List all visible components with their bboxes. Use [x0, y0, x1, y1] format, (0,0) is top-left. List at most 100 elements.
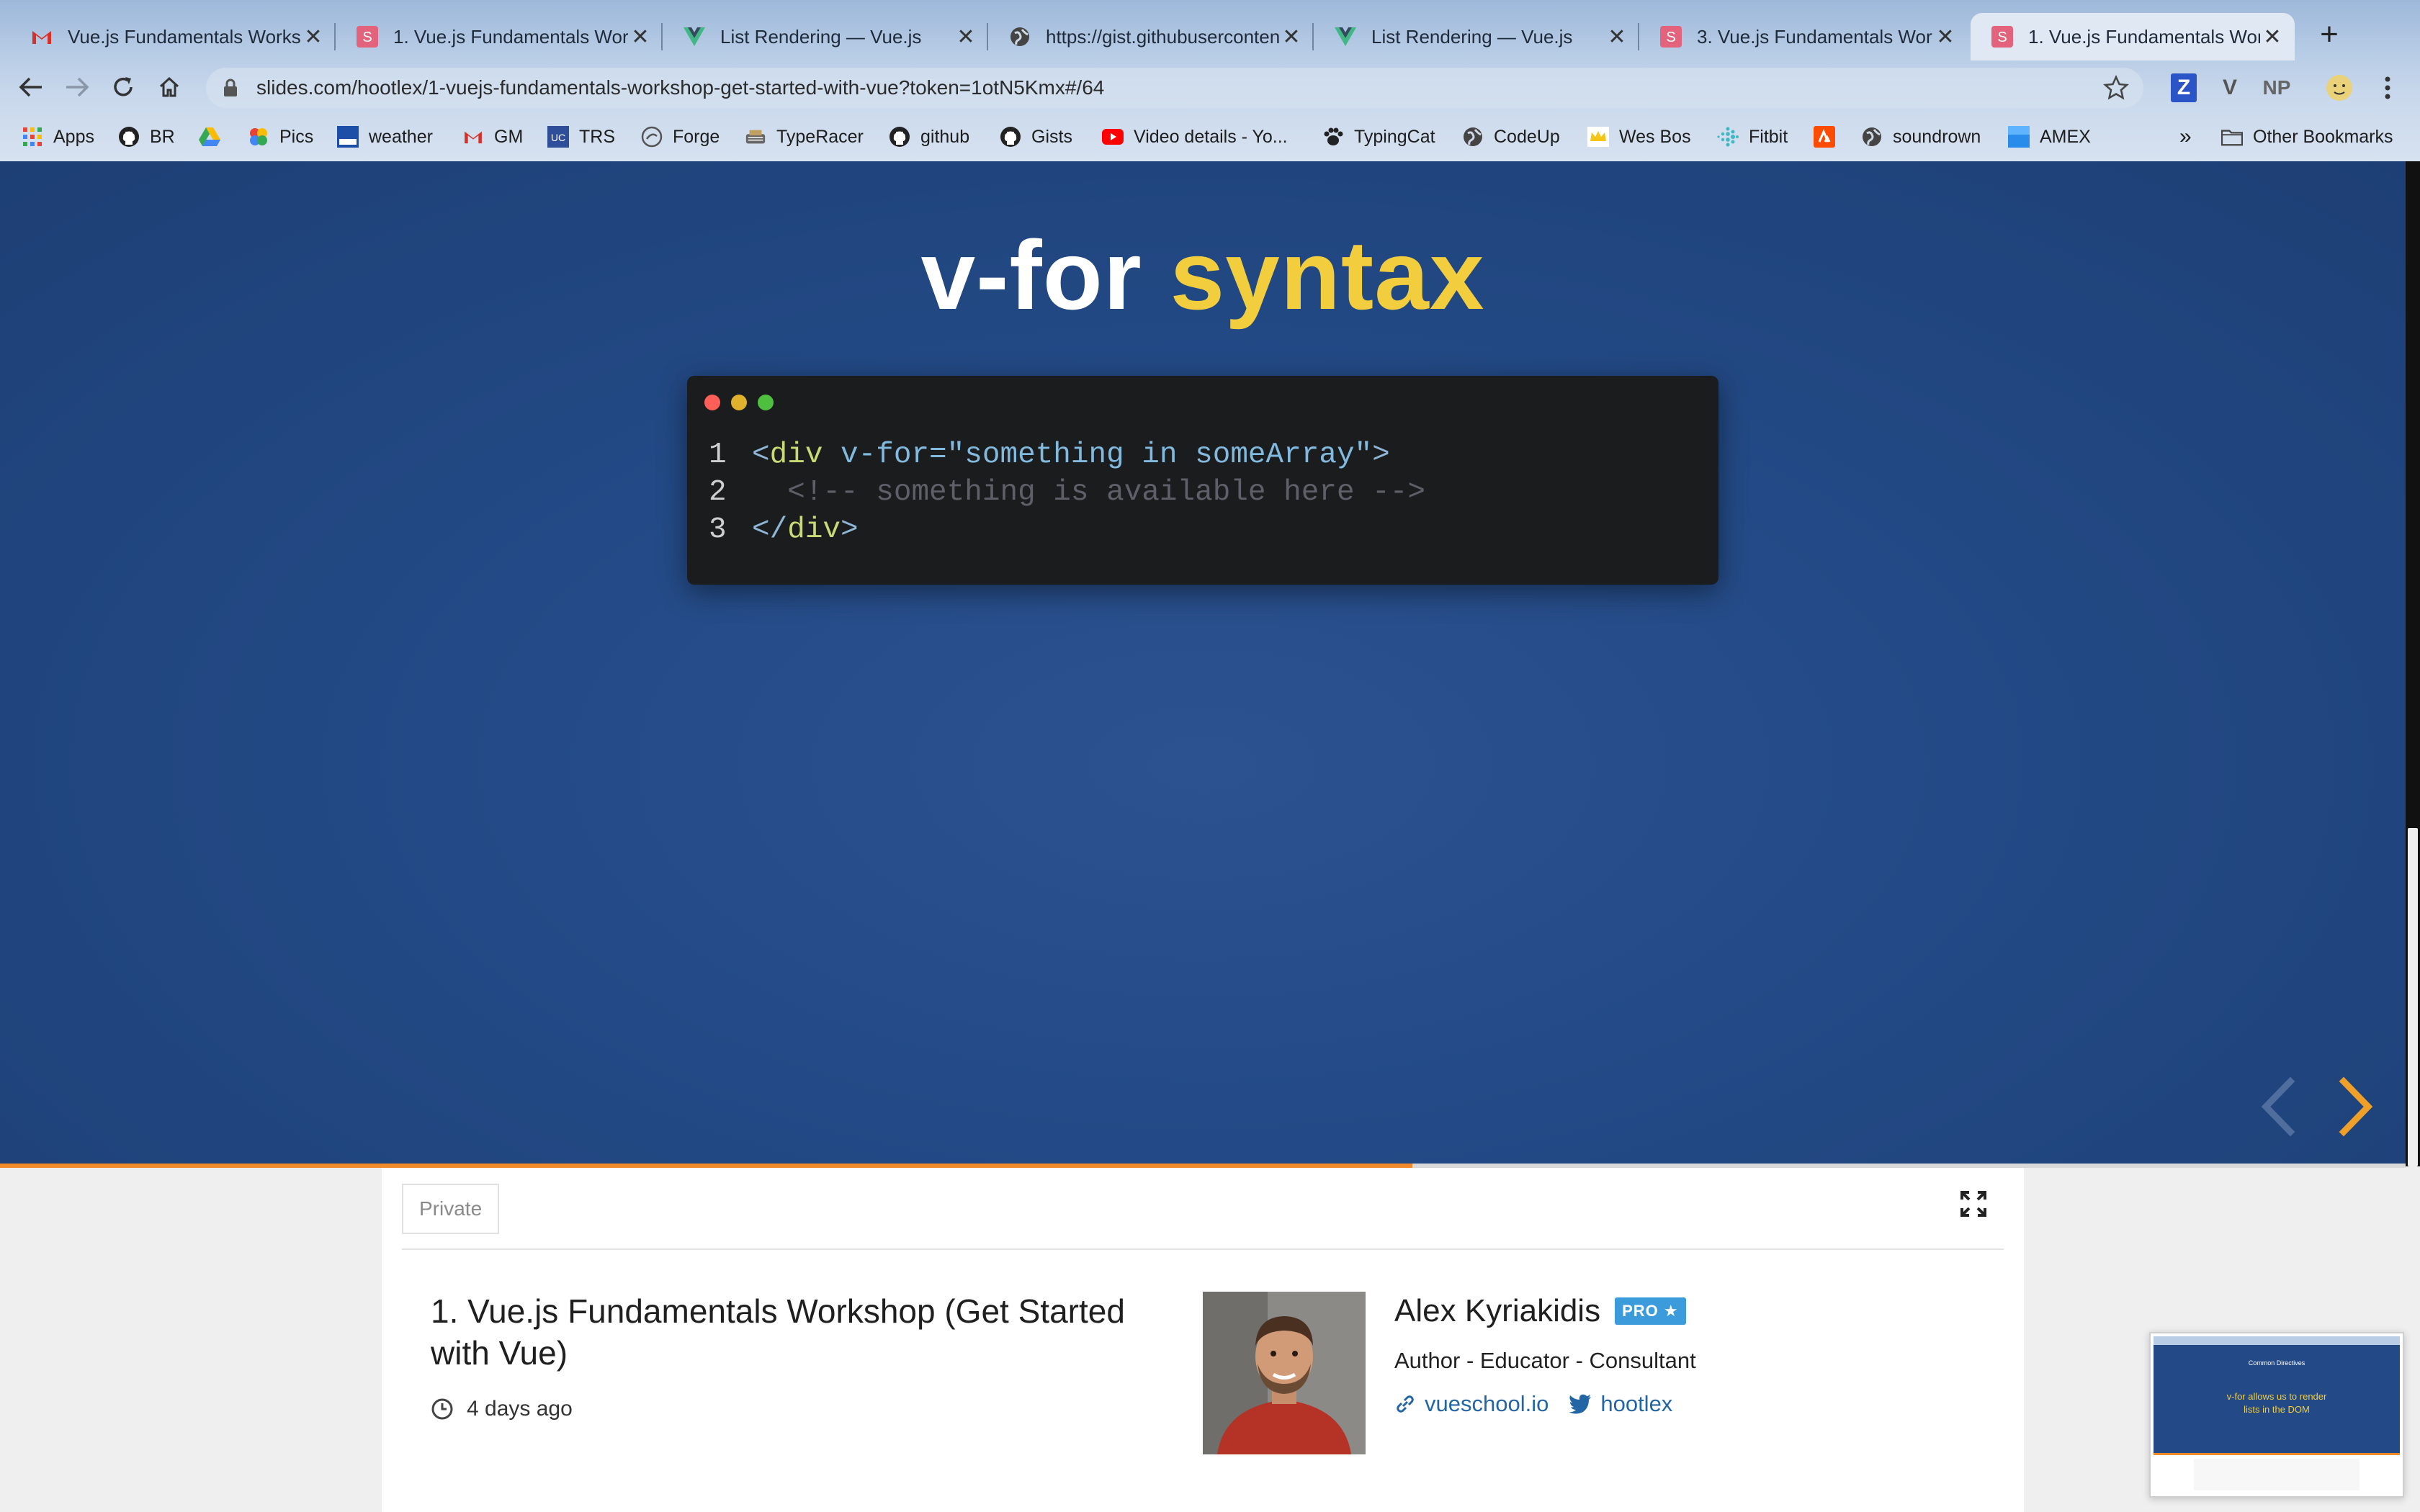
close-tab-icon[interactable]: ✕: [628, 24, 653, 50]
vue-icon: [683, 25, 706, 48]
browser-tab[interactable]: Vue.js Fundamentals Worksh ✕: [10, 13, 336, 60]
bookmark-gm[interactable]: GM: [462, 124, 523, 150]
bookmark-strava[interactable]: [1814, 124, 1845, 150]
browser-tab[interactable]: S 1. Vue.js Fundamentals Work ✕: [336, 13, 663, 60]
close-tab-icon[interactable]: ✕: [1933, 24, 1958, 50]
bookmark-soundrown[interactable]: soundrown: [1861, 124, 1981, 150]
browser-chrome: Vue.js Fundamentals Worksh ✕ S 1. Vue.js…: [0, 0, 2420, 161]
np-extension-icon[interactable]: NP: [2259, 73, 2295, 102]
new-tab-button[interactable]: +: [2312, 17, 2347, 52]
close-tab-icon[interactable]: ✕: [954, 24, 978, 50]
bookmark-br[interactable]: BR: [118, 124, 175, 150]
reload-button[interactable]: [105, 69, 141, 105]
close-tab-icon[interactable]: ✕: [301, 24, 326, 50]
tab-title: List Rendering — Vue.js: [720, 25, 922, 48]
other-bookmarks[interactable]: Other Bookmarks: [2221, 124, 2393, 150]
gmail-icon: [30, 25, 53, 48]
bookmark-codeup[interactable]: CodeUp: [1462, 124, 1560, 150]
close-tab-icon[interactable]: ✕: [1605, 24, 1629, 50]
bookmark-label: Pics: [279, 126, 314, 147]
bookmarks-bar: Apps BR Pics weather GM UC TRS Forge Typ…: [0, 112, 2420, 161]
code-lines: 1 <div v-for="something in someArray"> 2 <…: [709, 436, 1425, 549]
bookmark-github[interactable]: github: [889, 124, 969, 150]
crown-icon: [1587, 126, 1609, 148]
browser-tab[interactable]: S 3. Vue.js Fundamentals Work ✕: [1639, 13, 1968, 60]
website-label: vueschool.io: [1425, 1391, 1549, 1416]
clock-icon: [431, 1398, 453, 1420]
google-drive-icon: [199, 126, 220, 148]
code-token: v-for=: [823, 438, 947, 472]
browser-tab[interactable]: List Rendering — Vue.js ✕: [663, 13, 988, 60]
forward-button[interactable]: [59, 69, 95, 105]
bookmark-gists[interactable]: Gists: [1000, 124, 1072, 150]
pro-badge: PRO ★: [1615, 1297, 1686, 1325]
bookmark-typeracer[interactable]: TypeRacer: [745, 124, 864, 150]
zotero-extension-icon[interactable]: Z: [2171, 73, 2197, 102]
page-scrollbar-thumb[interactable]: [2408, 828, 2418, 1166]
bookmark-typingcat[interactable]: TypingCat: [1322, 124, 1435, 150]
svg-text:S: S: [362, 30, 372, 45]
fullscreen-icon[interactable]: [1959, 1189, 1988, 1218]
thumbnail-chrome: [2154, 1336, 2400, 1345]
bookmark-trs[interactable]: UC TRS: [547, 124, 615, 150]
bookmark-label: Fitbit: [1749, 126, 1788, 147]
bookmark-fitbit[interactable]: Fitbit: [1717, 124, 1788, 150]
bookmark-label: TypeRacer: [776, 126, 864, 147]
thumbnail-caption-top: Common Directives: [2248, 1359, 2305, 1367]
bookmark-label: github: [920, 126, 970, 147]
bookmark-amex[interactable]: AMEX: [2008, 124, 2091, 150]
next-slide-icon[interactable]: [2331, 1074, 2381, 1139]
bookmark-apps[interactable]: Apps: [22, 124, 94, 150]
code-token: div: [769, 438, 823, 472]
browser-tab[interactable]: List Rendering — Vue.js ✕: [1314, 13, 1639, 60]
back-button[interactable]: [13, 69, 49, 105]
bookmark-label: TRS: [579, 126, 615, 147]
code-block: 1 <div v-for="something in someArray"> 2 <…: [687, 376, 1718, 585]
slide-title: v-for syntax: [0, 219, 2406, 331]
paw-icon: [1322, 126, 1344, 148]
bookmark-label: Gists: [1031, 126, 1072, 147]
bookmark-pics[interactable]: Pics: [248, 124, 313, 150]
browser-menu-icon[interactable]: [2377, 73, 2398, 102]
website-link[interactable]: vueschool.io: [1394, 1391, 1549, 1417]
forge-icon: [641, 126, 663, 148]
picture-in-picture-thumbnail[interactable]: Common Directives v-for allows us to ren…: [2149, 1332, 2404, 1498]
bookmark-label: Video details - Yo...: [1134, 126, 1288, 147]
bookmark-video-details[interactable]: Video details - Yo...: [1102, 124, 1288, 150]
bookmark-label: BR: [150, 126, 175, 147]
browser-toolbar: slides.com/hootlex/1-vuejs-fundamentals-…: [0, 62, 2420, 112]
close-tab-icon[interactable]: ✕: [2260, 24, 2285, 50]
author-avatar[interactable]: [1203, 1292, 1366, 1454]
forward-arrow-icon: [66, 77, 89, 97]
vue-devtools-extension-icon[interactable]: V: [2215, 73, 2244, 102]
tab-title: 1. Vue.js Fundamentals Work: [393, 25, 628, 48]
address-bar[interactable]: slides.com/hootlex/1-vuejs-fundamentals-…: [206, 68, 2143, 108]
previous-slide-icon[interactable]: [2253, 1074, 2303, 1139]
slide-stage[interactable]: v-for syntax 1 <div v-for="something in s…: [0, 161, 2406, 1166]
twitter-link[interactable]: hootlex: [1569, 1391, 1672, 1417]
author-role: Author - Educator - Consultant: [1394, 1348, 1696, 1373]
gmail-icon: [462, 126, 484, 148]
code-token: "something in someArray": [946, 438, 1373, 472]
svg-text:S: S: [1997, 30, 2007, 45]
bookmark-wes-bos[interactable]: Wes Bos: [1587, 124, 1691, 150]
browser-tab[interactable]: https://gist.githubuserconten ✕: [988, 13, 1314, 60]
vue-icon: [1334, 25, 1357, 48]
amex-icon: [2008, 126, 2030, 148]
bookmark-forge[interactable]: Forge: [641, 124, 720, 150]
close-tab-icon[interactable]: ✕: [1279, 24, 1304, 50]
panel-divider: [402, 1248, 2004, 1250]
github-icon: [118, 126, 140, 148]
browser-tab-active[interactable]: S 1. Vue.js Fundamentals Work ✕: [1971, 13, 2295, 60]
tab-title: 1. Vue.js Fundamentals Work: [2028, 25, 2260, 48]
author-name[interactable]: Alex Kyriakidis: [1394, 1293, 1600, 1329]
bookmark-label: soundrown: [1893, 126, 1981, 147]
visibility-badge[interactable]: Private: [402, 1184, 500, 1234]
home-button[interactable]: [151, 69, 187, 105]
bookmark-label: CodeUp: [1494, 126, 1560, 147]
bookmark-weather[interactable]: weather: [337, 124, 433, 150]
bookmarks-overflow-button[interactable]: »: [2179, 124, 2192, 150]
profile-avatar[interactable]: [2325, 73, 2354, 102]
bookmark-drive[interactable]: [199, 124, 230, 150]
